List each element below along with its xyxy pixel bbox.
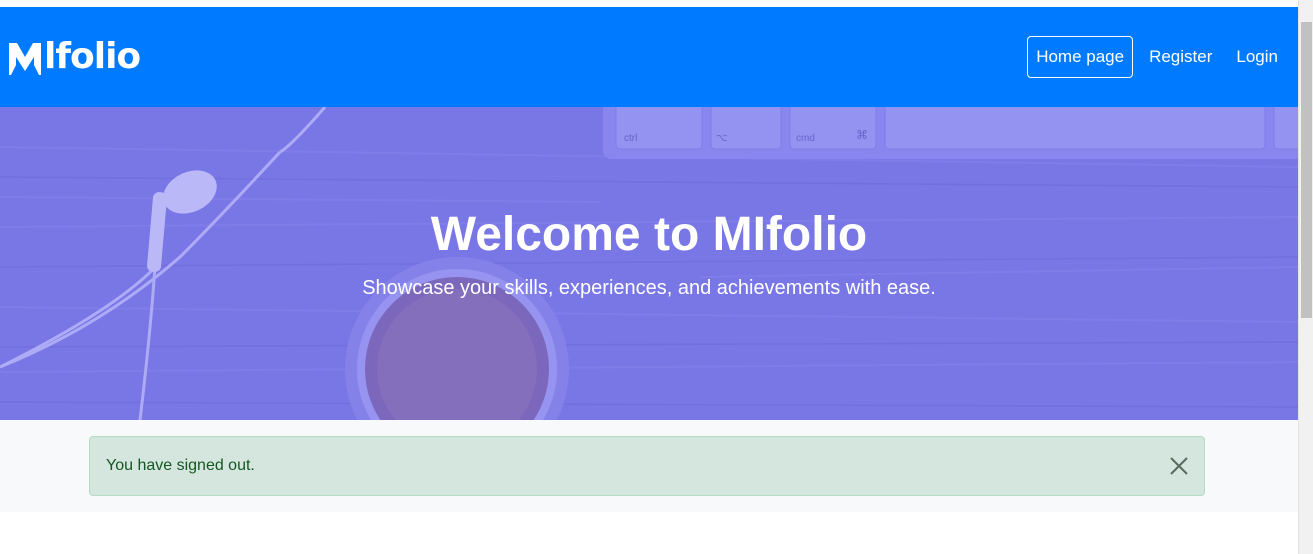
main-nav: Home page Register Login [1019,35,1286,79]
nav-register[interactable]: Register [1141,37,1220,77]
hero-subtitle: Showcase your skills, experiences, and a… [362,277,936,299]
page: lfolio Home page Register Login ctrl ⌥ c… [0,0,1313,554]
hero-banner: ctrl ⌥ cmd ⌘ Welcome to MIfolio Showcase… [0,107,1298,420]
nav-login[interactable]: Login [1228,37,1286,77]
nav-home-page[interactable]: Home page [1027,36,1134,78]
vertical-scrollbar[interactable] [1298,0,1313,554]
top-strip [0,0,1298,7]
hero-title: Welcome to MIfolio [430,208,868,261]
alert-message: You have signed out. [106,457,255,474]
logo-m-icon [9,43,41,75]
close-icon[interactable] [1168,455,1190,477]
scrollbar-thumb[interactable] [1301,22,1312,318]
alert-section: You have signed out. [0,420,1298,512]
hero-background-image: ctrl ⌥ cmd ⌘ [0,107,1298,420]
signout-alert: You have signed out. [89,436,1205,496]
brand-logo[interactable]: lfolio [7,36,141,77]
navbar: lfolio Home page Register Login [0,7,1298,107]
brand-logo-text: lfolio [44,36,141,77]
